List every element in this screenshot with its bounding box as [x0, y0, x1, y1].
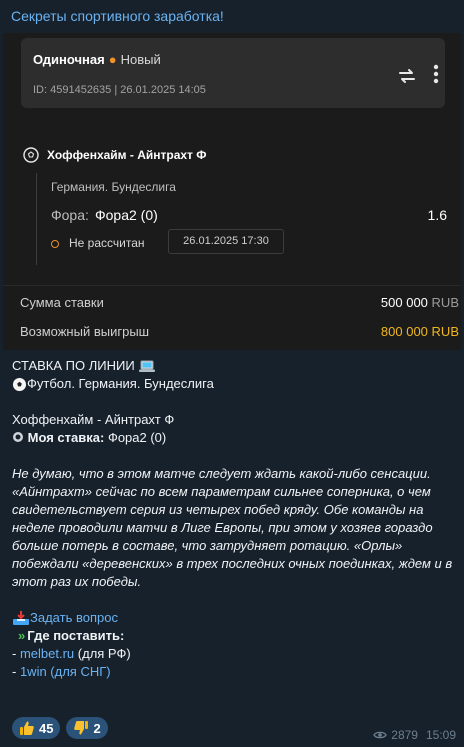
- win-label: Возможный выигрыш: [20, 324, 150, 339]
- sport-row: Футбол. Германия. Бундеслига: [12, 375, 462, 393]
- thumbs-down-icon: [74, 721, 89, 735]
- reaction-thumbs-up[interactable]: 45: [12, 717, 61, 739]
- sport-line: Футбол. Германия. Бундеслига: [27, 376, 214, 391]
- my-bet-label: Моя ставка:: [27, 430, 105, 445]
- bet-details: Германия. Бундеслига Фора: Фора2 (0) 1.6…: [36, 173, 447, 265]
- divider: [3, 285, 461, 286]
- message-meta: 2879 15:09: [373, 728, 456, 742]
- where-row: » Где поставить:: [12, 627, 462, 645]
- message-time: 15:09: [425, 728, 456, 742]
- more-icon[interactable]: [426, 62, 446, 86]
- link1-note: (для РФ): [77, 646, 131, 661]
- analysis-text: Не думаю, что в этом матче следует ждать…: [12, 466, 453, 589]
- where-label: Где поставить:: [27, 628, 125, 643]
- channel-title[interactable]: Секреты спортивного заработка!: [11, 8, 224, 24]
- thumbs-up-count: 45: [39, 720, 54, 736]
- bet-card: Одиночная ● Новый ID: 4591452635 | 26.01.2…: [3, 33, 461, 350]
- bet-header: Одиночная ● Новый ID: 4591452635 | 26.01.2…: [21, 38, 445, 108]
- stake-amount: 500 000 RUB: [381, 295, 459, 310]
- fora-label: Фора:: [51, 207, 89, 223]
- line-heading: СТАВКА ПО ЛИНИИ: [12, 358, 135, 373]
- bet-type: Одиночная ● Новый: [33, 52, 161, 67]
- win-value: 800 000: [380, 324, 428, 339]
- match-title: Хоффенхайм - Айнтрахт Ф: [47, 148, 207, 162]
- radio-icon: [13, 432, 23, 442]
- my-bet-row: Моя ставка: Фора2 (0): [12, 429, 462, 447]
- bet-status: Новый: [120, 52, 161, 67]
- soccer-ball-icon: [12, 378, 27, 392]
- double-arrow-icon: »: [18, 628, 26, 643]
- odds: 1.6: [427, 207, 447, 223]
- win-currency: RUB: [431, 324, 459, 339]
- win-row: Возможный выигрыш 800 000 RUB: [20, 324, 461, 339]
- view-count: 2879: [391, 728, 418, 742]
- win-amount: 800 000 RUB: [381, 324, 459, 339]
- reactions: 45 2: [12, 717, 108, 739]
- inbox-icon: [13, 611, 29, 626]
- link2-row: - 1win (для СНГ): [12, 664, 111, 679]
- event-date: 26.01.2025 17:30: [168, 229, 284, 254]
- stake-row: Сумма ставки 500 000 RUB: [20, 295, 461, 310]
- sync-icon[interactable]: [397, 66, 417, 86]
- stake-label: Сумма ставки: [20, 295, 104, 310]
- thumbs-up-icon: [20, 721, 34, 735]
- fora-value: Фора2 (0): [95, 207, 158, 223]
- bet-id: ID: 4591452635 | 26.01.2025 14:05: [33, 84, 206, 96]
- laptop-icon: [139, 360, 156, 373]
- bet-type-label: Одиночная: [33, 52, 105, 67]
- link1-row: - melbet.ru (для РФ): [12, 646, 131, 661]
- message-text: СТАВКА ПО ЛИНИИ Футбол. Германия. Бундес…: [12, 357, 462, 681]
- eye-icon: [373, 731, 388, 739]
- status-dot-icon: ●: [108, 52, 117, 67]
- reaction-thumbs-down[interactable]: 2: [66, 717, 108, 739]
- onewin-link[interactable]: 1win (для СНГ): [20, 664, 111, 679]
- melbet-link[interactable]: melbet.ru: [20, 646, 74, 661]
- my-bet-value: Фора2 (0): [107, 430, 167, 445]
- football-icon: [23, 147, 39, 163]
- stake-value: 500 000: [380, 295, 428, 310]
- pending-icon: [51, 240, 59, 248]
- ask-row: Задать вопрос: [12, 609, 462, 627]
- match-row: Хоффенхайм - Айнтрахт Ф: [23, 147, 207, 163]
- thumbs-down-count: 2: [93, 720, 101, 736]
- ask-question-link[interactable]: Задать вопрос: [30, 610, 118, 625]
- line-heading-row: СТАВКА ПО ЛИНИИ: [12, 357, 462, 375]
- stake-currency: RUB: [431, 295, 459, 310]
- pending-status: Не рассчитан: [69, 236, 145, 250]
- match-line: Хоффенхайм - Айнтрахт Ф: [12, 412, 175, 427]
- league: Германия. Бундеслига: [51, 180, 176, 194]
